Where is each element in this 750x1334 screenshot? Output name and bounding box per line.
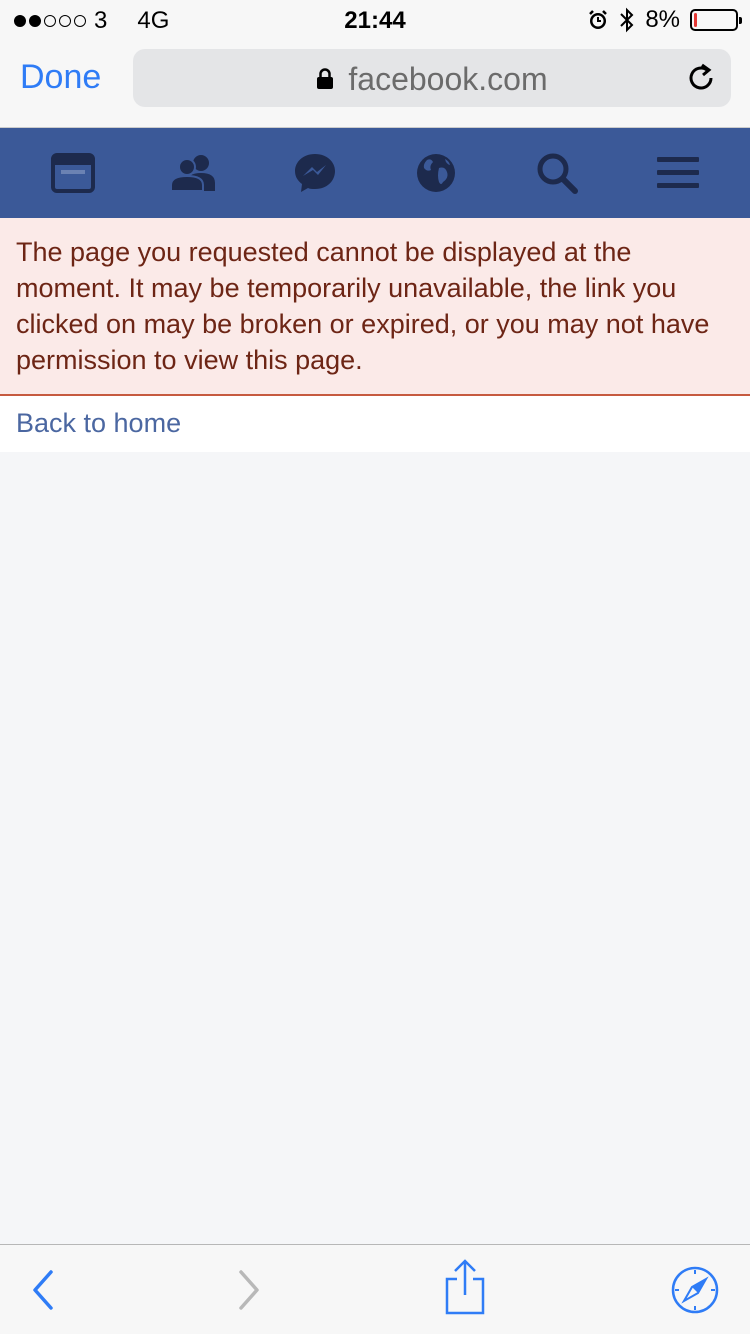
forward-button[interactable] [224,1265,274,1315]
error-message: The page you requested cannot be display… [16,237,710,375]
back-icon [33,1270,53,1310]
status-right: 8% [587,6,742,34]
back-button[interactable] [18,1265,68,1315]
battery-percentage: 8% [645,6,680,33]
share-button[interactable] [440,1259,490,1315]
bluetooth-icon [620,7,634,33]
browser-bar: Done facebook.com [0,40,750,128]
news-feed-icon [50,153,95,193]
error-message-box: The page you requested cannot be display… [0,218,750,396]
home-link-row: Back to home [0,396,750,452]
nav-messenger[interactable] [285,143,345,203]
bottom-toolbar [0,1244,750,1334]
safari-button[interactable] [670,1265,720,1315]
url-text: facebook.com [348,61,548,97]
nav-news-feed[interactable] [43,143,103,203]
nav-friends[interactable] [164,143,224,203]
nav-menu[interactable] [648,143,708,203]
fb-top-nav [0,128,750,218]
messenger-icon [294,154,335,192]
share-icon [445,1259,485,1315]
battery-fill [694,13,698,27]
menu-icon [656,157,699,188]
back-to-home-link[interactable]: Back to home [16,408,181,438]
search-icon [537,153,578,194]
forward-icon [239,1270,259,1310]
safari-icon [671,1266,719,1314]
url-display[interactable]: facebook.com [133,61,731,98]
battery-icon [690,9,742,31]
reload-icon[interactable] [685,62,717,94]
url-field[interactable]: facebook.com [133,49,731,107]
done-button[interactable]: Done [20,58,101,97]
lock-icon [317,67,334,89]
globe-icon [416,154,455,192]
nav-search[interactable] [527,143,587,203]
alarm-icon [589,10,608,29]
nav-notifications[interactable] [406,143,466,203]
friends-icon [169,155,215,192]
status-bar: 3 4G 21:44 8% [0,0,750,40]
